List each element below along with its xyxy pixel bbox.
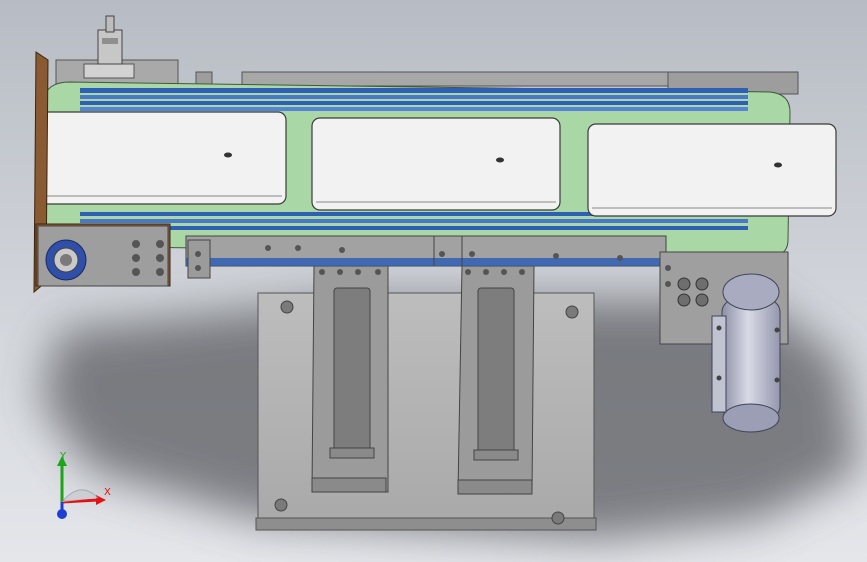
conveyor-model[interactable] (0, 0, 867, 562)
pallet-1[interactable] (37, 111, 287, 205)
coordinate-triad: Y X (40, 450, 120, 530)
support-leg-right[interactable] (457, 265, 535, 495)
front-side-rail[interactable] (185, 235, 667, 267)
cad-viewport[interactable]: Y X (0, 0, 867, 562)
y-axis-label: Y (60, 451, 67, 462)
left-small-bracket[interactable] (187, 239, 211, 279)
support-leg-left[interactable] (311, 265, 389, 493)
idler-bearing-block[interactable] (37, 225, 169, 287)
pneumatic-cylinder[interactable] (55, 15, 179, 87)
pallet-2[interactable] (311, 117, 561, 211)
pallet-3[interactable] (587, 123, 837, 217)
x-axis-label: X (104, 487, 111, 498)
base-plate[interactable] (255, 292, 597, 531)
